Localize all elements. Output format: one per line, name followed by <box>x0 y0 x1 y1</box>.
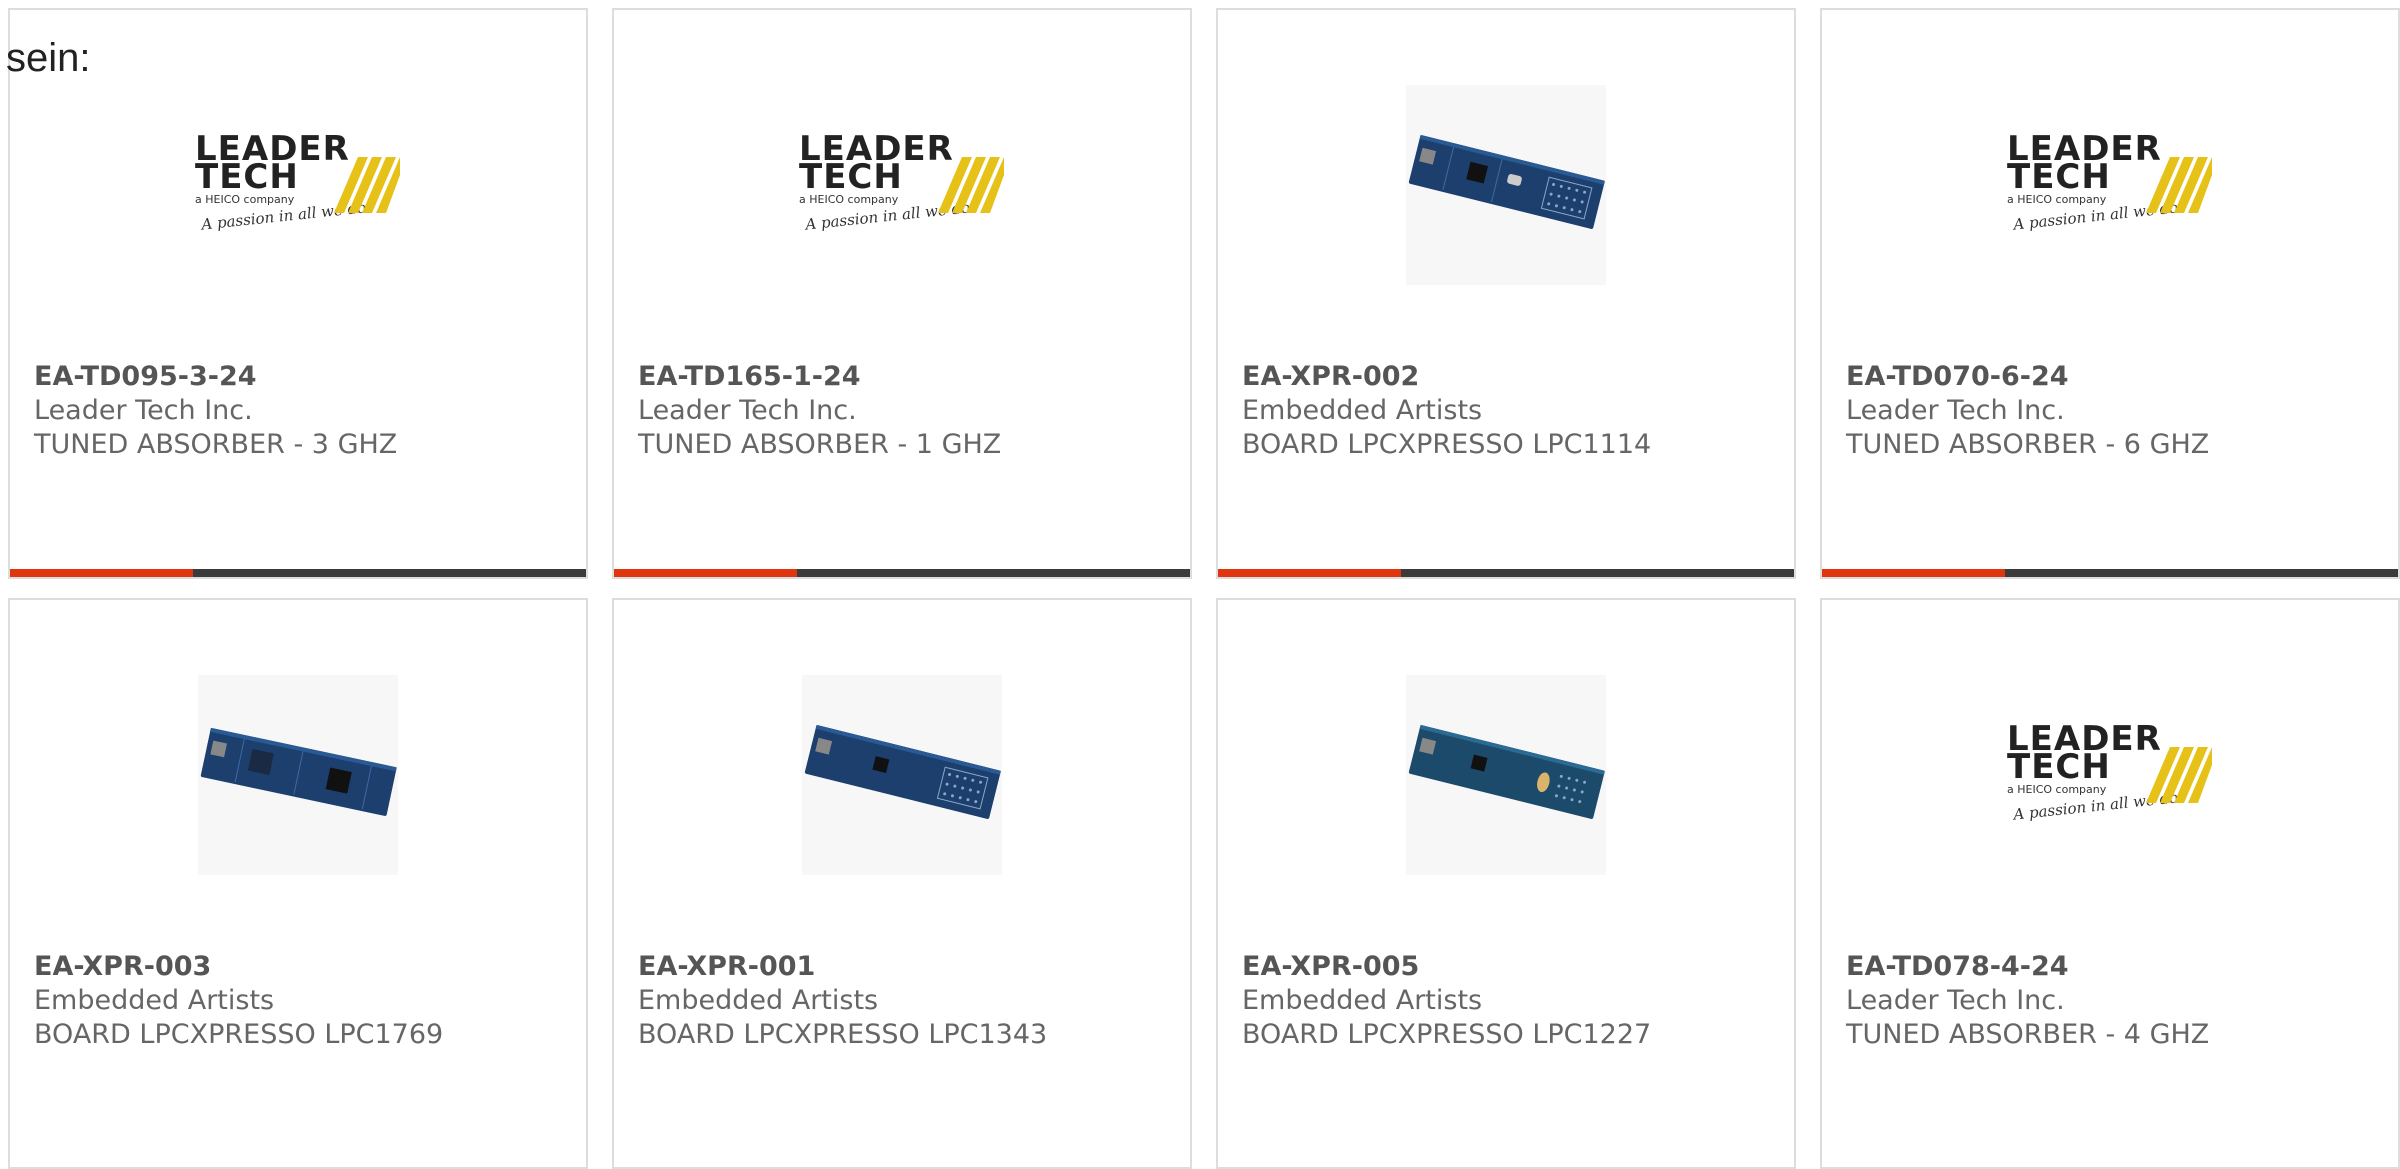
circuit-board-icon <box>200 727 397 816</box>
product-info: EA-XPR-001 Embedded Artists BOARD LPCXPR… <box>638 950 1047 1052</box>
manufacturer: Leader Tech Inc. <box>1846 395 2065 426</box>
product-card[interactable]: LEADER TECH a HEICO company A passion in … <box>1820 598 2400 1169</box>
part-number[interactable]: EA-TD078-4-24 <box>1846 950 2209 984</box>
part-number[interactable]: EA-XPR-003 <box>34 950 443 984</box>
product-image: LEADER TECH a HEICO company A passion in … <box>1822 70 2398 300</box>
card-footer-bar <box>10 569 586 577</box>
product-info: EA-TD165-1-24 Leader Tech Inc. TUNED ABS… <box>638 360 1001 462</box>
part-number[interactable]: EA-XPR-002 <box>1242 360 1651 394</box>
logo-stripes-icon <box>2146 747 2212 803</box>
logo-stripes-icon <box>2146 157 2212 213</box>
card-footer-bar <box>1218 569 1794 577</box>
description: BOARD LPCXPRESSO LPC1769 <box>34 1019 444 1050</box>
part-number[interactable]: EA-TD070-6-24 <box>1846 360 2209 394</box>
circuit-board-icon <box>1408 724 1605 819</box>
manufacturer: Embedded Artists <box>638 985 879 1016</box>
product-image: LEADER TECH a HEICO company A passion in … <box>10 70 586 300</box>
product-card[interactable]: LEADER TECH a HEICO company A passion in … <box>1820 8 2400 579</box>
logo-stripes-icon <box>334 157 400 213</box>
product-grid: LEADER TECH a HEICO company A passion in … <box>0 0 2400 1169</box>
product-card[interactable]: LEADER TECH a HEICO company A passion in … <box>612 8 1192 579</box>
lpcxpresso-board-image <box>1406 85 1606 285</box>
product-info: EA-XPR-003 Embedded Artists BOARD LPCXPR… <box>34 950 443 1052</box>
manufacturer: Leader Tech Inc. <box>638 395 857 426</box>
product-image <box>1218 660 1794 890</box>
manufacturer: Embedded Artists <box>1242 395 1483 426</box>
product-image <box>614 660 1190 890</box>
leader-tech-logo: LEADER TECH a HEICO company A passion in … <box>797 132 1007 235</box>
manufacturer: Embedded Artists <box>34 985 275 1016</box>
leader-tech-logo: LEADER TECH a HEICO company A passion in … <box>193 132 403 235</box>
description: BOARD LPCXPRESSO LPC1227 <box>1242 1019 1652 1050</box>
lpcxpresso-board-image <box>198 675 398 875</box>
manufacturer: Leader Tech Inc. <box>34 395 253 426</box>
product-info: EA-XPR-002 Embedded Artists BOARD LPCXPR… <box>1242 360 1651 462</box>
product-card[interactable]: EA-XPR-005 Embedded Artists BOARD LPCXPR… <box>1216 598 1796 1169</box>
circuit-board-icon <box>804 724 1001 819</box>
card-footer-bar <box>614 569 1190 577</box>
leader-tech-logo: LEADER TECH a HEICO company A passion in … <box>2005 722 2215 825</box>
manufacturer: Embedded Artists <box>1242 985 1483 1016</box>
description: TUNED ABSORBER - 4 GHZ <box>1846 1019 2210 1050</box>
leader-tech-logo: LEADER TECH a HEICO company A passion in … <box>2005 132 2215 235</box>
lpcxpresso-board-image <box>1406 675 1606 875</box>
card-footer-bar <box>1822 569 2398 577</box>
description: BOARD LPCXPRESSO LPC1114 <box>1242 429 1652 460</box>
manufacturer: Leader Tech Inc. <box>1846 985 2065 1016</box>
product-image <box>1218 70 1794 300</box>
part-number[interactable]: EA-XPR-005 <box>1242 950 1651 984</box>
description: BOARD LPCXPRESSO LPC1343 <box>638 1019 1048 1050</box>
product-image <box>10 660 586 890</box>
logo-stripes-icon <box>938 157 1004 213</box>
lpcxpresso-board-image <box>802 675 1002 875</box>
description: TUNED ABSORBER - 6 GHZ <box>1846 429 2210 460</box>
part-number[interactable]: EA-TD095-3-24 <box>34 360 397 394</box>
part-number[interactable]: EA-XPR-001 <box>638 950 1047 984</box>
product-info: EA-TD095-3-24 Leader Tech Inc. TUNED ABS… <box>34 360 397 462</box>
product-card[interactable]: EA-XPR-003 Embedded Artists BOARD LPCXPR… <box>8 598 588 1169</box>
product-card[interactable]: EA-XPR-001 Embedded Artists BOARD LPCXPR… <box>612 598 1192 1169</box>
description: TUNED ABSORBER - 3 GHZ <box>34 429 398 460</box>
part-number[interactable]: EA-TD165-1-24 <box>638 360 1001 394</box>
intro-text: sein: <box>6 36 91 80</box>
product-card[interactable]: EA-XPR-002 Embedded Artists BOARD LPCXPR… <box>1216 8 1796 579</box>
description: TUNED ABSORBER - 1 GHZ <box>638 429 1002 460</box>
product-info: EA-TD078-4-24 Leader Tech Inc. TUNED ABS… <box>1846 950 2209 1052</box>
circuit-board-icon <box>1408 134 1605 229</box>
product-info: EA-XPR-005 Embedded Artists BOARD LPCXPR… <box>1242 950 1651 1052</box>
product-card[interactable]: LEADER TECH a HEICO company A passion in … <box>8 8 588 579</box>
product-info: EA-TD070-6-24 Leader Tech Inc. TUNED ABS… <box>1846 360 2209 462</box>
product-image: LEADER TECH a HEICO company A passion in … <box>1822 660 2398 890</box>
product-image: LEADER TECH a HEICO company A passion in … <box>614 70 1190 300</box>
